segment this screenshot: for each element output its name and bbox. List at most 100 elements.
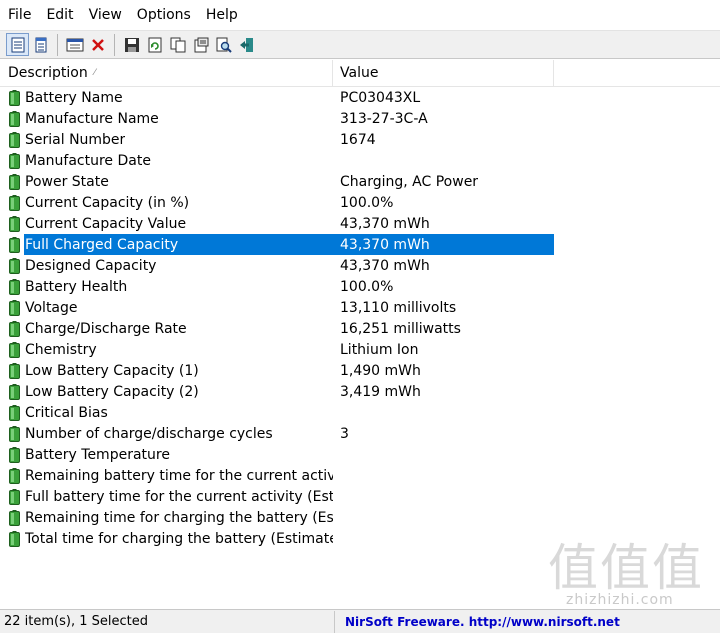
cell-description: Manufacture Name: [0, 110, 333, 127]
menu-help[interactable]: Help: [198, 0, 245, 30]
battery-icon: [9, 89, 20, 106]
row-description-label: Total time for charging the battery (Est…: [25, 530, 333, 547]
html-report-all-icon[interactable]: [29, 33, 52, 56]
battery-icon: [9, 530, 20, 547]
toolbar: [0, 30, 720, 59]
html-report-selected-icon[interactable]: [6, 33, 29, 56]
list-rows: Battery Name PC03043XL Manufacture Name 313…: [0, 87, 720, 549]
table-row[interactable]: Chemistry Lithium Ion: [0, 339, 720, 360]
row-value: 16,251 milliwatts: [340, 320, 461, 337]
battery-icon: [9, 152, 20, 169]
row-description-label: Chemistry: [25, 341, 97, 358]
table-row[interactable]: Number of charge/discharge cycles 3: [0, 423, 720, 444]
row-value: 43,370 mWh: [333, 236, 554, 253]
battery-icon: [9, 488, 20, 505]
cell-description: Manufacture Date: [0, 152, 333, 169]
table-row[interactable]: Low Battery Capacity (1) 1,490 mWh: [0, 360, 720, 381]
battery-icon: [9, 194, 20, 211]
save-icon[interactable]: [120, 33, 143, 56]
menu-options[interactable]: Options: [129, 0, 198, 30]
row-value: 1674: [340, 131, 376, 148]
row-description-label: Full battery time for the current activi…: [25, 488, 333, 505]
column-header-description[interactable]: Description ⁄: [0, 60, 333, 86]
battery-icon: [9, 257, 20, 274]
row-description-label: Serial Number: [25, 131, 126, 148]
battery-icon: [9, 404, 20, 421]
row-description-label: Remaining battery time for the current a…: [25, 467, 333, 484]
row-value: 1,490 mWh: [340, 362, 421, 379]
cell-description: Battery Health: [0, 278, 333, 295]
row-value: Charging, AC Power: [340, 173, 479, 190]
find-icon[interactable]: [212, 33, 235, 56]
delete-icon[interactable]: [86, 33, 109, 56]
menu-view[interactable]: View: [81, 0, 129, 30]
battery-icon: [9, 467, 20, 484]
row-description-label: Manufacture Date: [25, 152, 151, 169]
row-description-label: Designed Capacity: [25, 257, 157, 274]
row-description-label: Voltage: [25, 299, 78, 316]
table-row[interactable]: Critical Bias: [0, 402, 720, 423]
battery-icon: [9, 299, 20, 316]
table-row[interactable]: Remaining time for charging the battery …: [0, 507, 720, 528]
table-row[interactable]: Manufacture Date: [0, 150, 720, 171]
row-value: 100.0%: [340, 278, 394, 295]
row-value: 43,370 mWh: [340, 257, 430, 274]
list-header: Description ⁄ Value: [0, 60, 720, 87]
exit-icon[interactable]: [235, 33, 258, 56]
column-header-value[interactable]: Value: [333, 60, 554, 86]
table-row[interactable]: Manufacture Name 313-27-3C-A: [0, 108, 720, 129]
table-row[interactable]: Current Capacity (in %) 100.0%: [0, 192, 720, 213]
toolbar-separator: [114, 33, 115, 56]
row-description-label: Low Battery Capacity (1): [25, 362, 199, 379]
cell-description: Remaining time for charging the battery …: [0, 509, 333, 526]
cell-description: Low Battery Capacity (1): [0, 362, 333, 379]
cell-description: Current Capacity Value: [0, 215, 333, 232]
table-row[interactable]: Serial Number 1674: [0, 129, 720, 150]
cell-description: Designed Capacity: [0, 257, 333, 274]
toolbar-separator: [57, 33, 58, 56]
cell-description: Chemistry: [0, 341, 333, 358]
battery-icon: [9, 425, 20, 442]
row-description-label: Current Capacity Value: [25, 215, 187, 232]
table-row[interactable]: Battery Name PC03043XL: [0, 87, 720, 108]
table-row[interactable]: Full battery time for the current activi…: [0, 486, 720, 507]
cell-description: Voltage: [0, 299, 333, 316]
table-row[interactable]: Full Charged Capacity 43,370 mWh: [0, 234, 720, 255]
copy-icon[interactable]: [166, 33, 189, 56]
cell-description: Current Capacity (in %): [0, 194, 333, 211]
menu-file[interactable]: File: [0, 0, 38, 30]
battery-icon: [9, 341, 20, 358]
table-row[interactable]: Remaining battery time for the current a…: [0, 465, 720, 486]
nirsoft-link[interactable]: NirSoft Freeware. http://www.nirsoft.net: [335, 615, 620, 629]
table-row[interactable]: Total time for charging the battery (Est…: [0, 528, 720, 549]
row-description-label: Number of charge/discharge cycles: [25, 425, 273, 442]
cell-description: Number of charge/discharge cycles: [0, 425, 333, 442]
battery-icon: [9, 278, 20, 295]
battery-info-list[interactable]: Description ⁄ Value Battery Name PC03043X…: [0, 60, 720, 608]
properties-icon[interactable]: [63, 33, 86, 56]
menu-edit[interactable]: Edit: [38, 0, 80, 30]
battery-icon: [9, 110, 20, 127]
refresh-icon[interactable]: [143, 33, 166, 56]
cell-description: Power State: [0, 173, 333, 190]
row-description-label: Manufacture Name: [25, 110, 159, 127]
battery-icon: [9, 446, 20, 463]
table-row[interactable]: Battery Temperature: [0, 444, 720, 465]
cell-description: Total time for charging the battery (Est…: [0, 530, 333, 547]
row-value: 43,370 mWh: [340, 215, 430, 232]
table-row[interactable]: Low Battery Capacity (2) 3,419 mWh: [0, 381, 720, 402]
battery-icon: [9, 509, 20, 526]
row-description-label: Critical Bias: [25, 404, 108, 421]
table-row[interactable]: Voltage 13,110 millivolts: [0, 297, 720, 318]
row-value: 3,419 mWh: [340, 383, 421, 400]
status-item-count: 22 item(s), 1 Selected: [0, 610, 335, 633]
table-row[interactable]: Charge/Discharge Rate 16,251 milliwatts: [0, 318, 720, 339]
battery-icon: [9, 173, 20, 190]
copy-html-icon[interactable]: [189, 33, 212, 56]
table-row[interactable]: Battery Health 100.0%: [0, 276, 720, 297]
row-description-label: Current Capacity (in %): [25, 194, 190, 211]
table-row[interactable]: Power State Charging, AC Power: [0, 171, 720, 192]
battery-icon: [9, 320, 20, 337]
table-row[interactable]: Current Capacity Value 43,370 mWh: [0, 213, 720, 234]
table-row[interactable]: Designed Capacity 43,370 mWh: [0, 255, 720, 276]
